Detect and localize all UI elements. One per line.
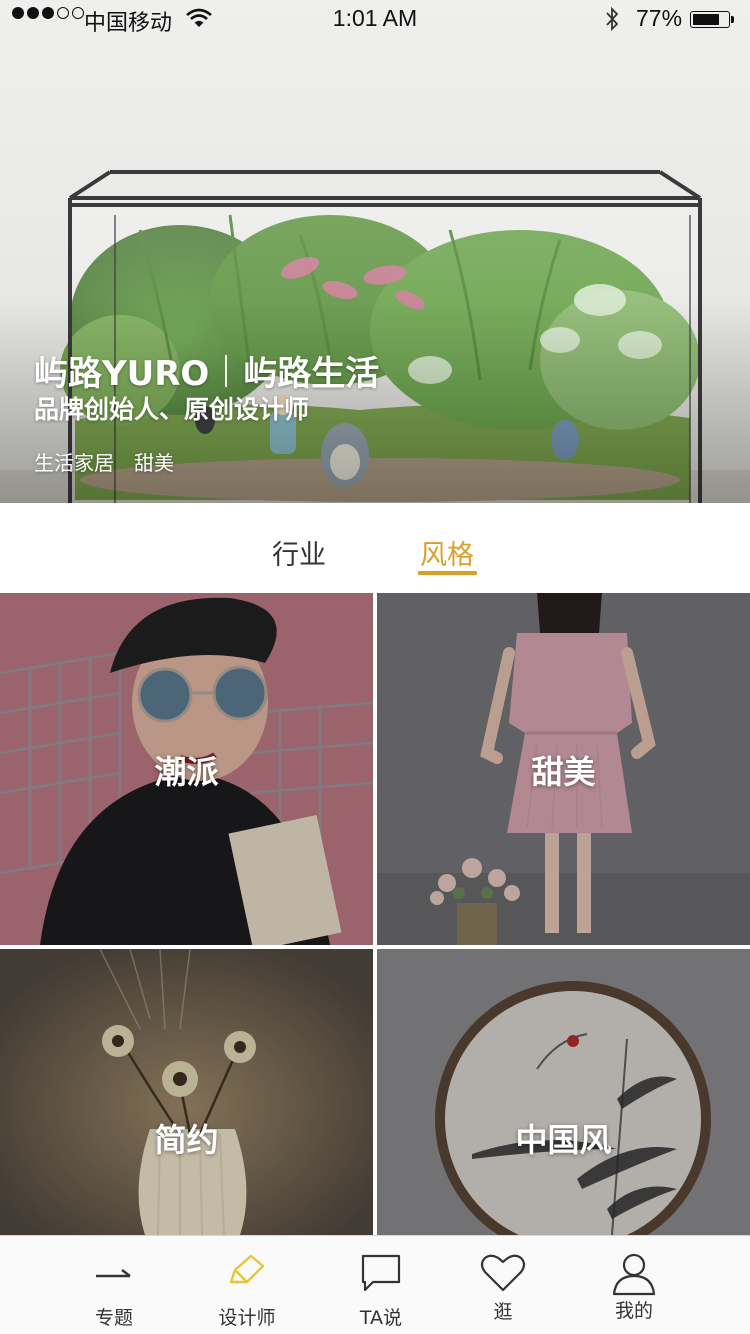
nav-label: 我的 <box>614 1300 653 1322</box>
tab-industry[interactable]: 行业 <box>272 533 326 572</box>
nav-mine[interactable]: 我的 <box>584 1236 684 1334</box>
title-divider <box>225 354 228 387</box>
nav-ta-says[interactable]: TA说 <box>331 1236 431 1334</box>
style-label: 简约 <box>154 1121 219 1159</box>
nav-browse[interactable]: 逛 <box>453 1236 553 1334</box>
nav-label: TA说 <box>359 1307 403 1329</box>
style-card-sweet[interactable]: 甜美 <box>377 593 750 945</box>
status-bar: 中国移动 1:01 AM 77% <box>0 0 750 40</box>
style-card-minimal[interactable]: 简约 <box>0 949 373 1235</box>
nav-label: 设计师 <box>218 1307 276 1329</box>
designer-subtitle: 品牌创始人、原创设计师 <box>34 395 310 424</box>
designer-pen-icon <box>229 1254 265 1284</box>
brand-name: 屿路YURO <box>34 354 210 394</box>
style-label: 甜美 <box>531 753 596 791</box>
user-icon <box>612 1253 656 1296</box>
tag-style[interactable]: 甜美 <box>134 447 174 476</box>
nav-label: 逛 <box>493 1301 513 1323</box>
heart-icon <box>480 1254 526 1292</box>
nav-label: 专题 <box>94 1307 133 1329</box>
chat-bubble-icon <box>361 1254 401 1292</box>
nav-topics[interactable]: 专题 <box>64 1236 164 1334</box>
style-card-chinese[interactable]: 中国风 <box>377 949 750 1235</box>
nav-designers[interactable]: 设计师 <box>197 1236 297 1334</box>
bluetooth-icon <box>606 7 619 31</box>
bottom-nav: 专题 设计师 TA说 逛 我的 <box>0 1235 750 1334</box>
active-tab-indicator <box>418 571 477 575</box>
style-grid: 潮派 甜美 简约 中国风 <box>0 593 750 1235</box>
filter-tabs: 行业 风格 <box>0 503 750 593</box>
brand-name-cn: 屿路生活 <box>243 354 380 394</box>
tab-style[interactable]: 风格 <box>420 533 474 572</box>
style-label: 潮派 <box>154 753 219 791</box>
battery-icon <box>690 11 734 28</box>
tag-category[interactable]: 生活家居 <box>34 447 114 476</box>
designer-title: 屿路YURO 屿路生活 <box>34 346 379 395</box>
style-card-trendy[interactable]: 潮派 <box>0 593 373 945</box>
battery-percentage: 77% <box>636 5 683 31</box>
designer-tags: 生活家居 甜美 <box>34 447 174 476</box>
style-label: 中国风 <box>515 1121 612 1159</box>
topic-icon <box>96 1269 131 1278</box>
hero-banner[interactable]: 中国移动 1:01 AM 77% 屿路YURO 屿路生活 品牌创始人、原创设计师… <box>0 0 750 503</box>
